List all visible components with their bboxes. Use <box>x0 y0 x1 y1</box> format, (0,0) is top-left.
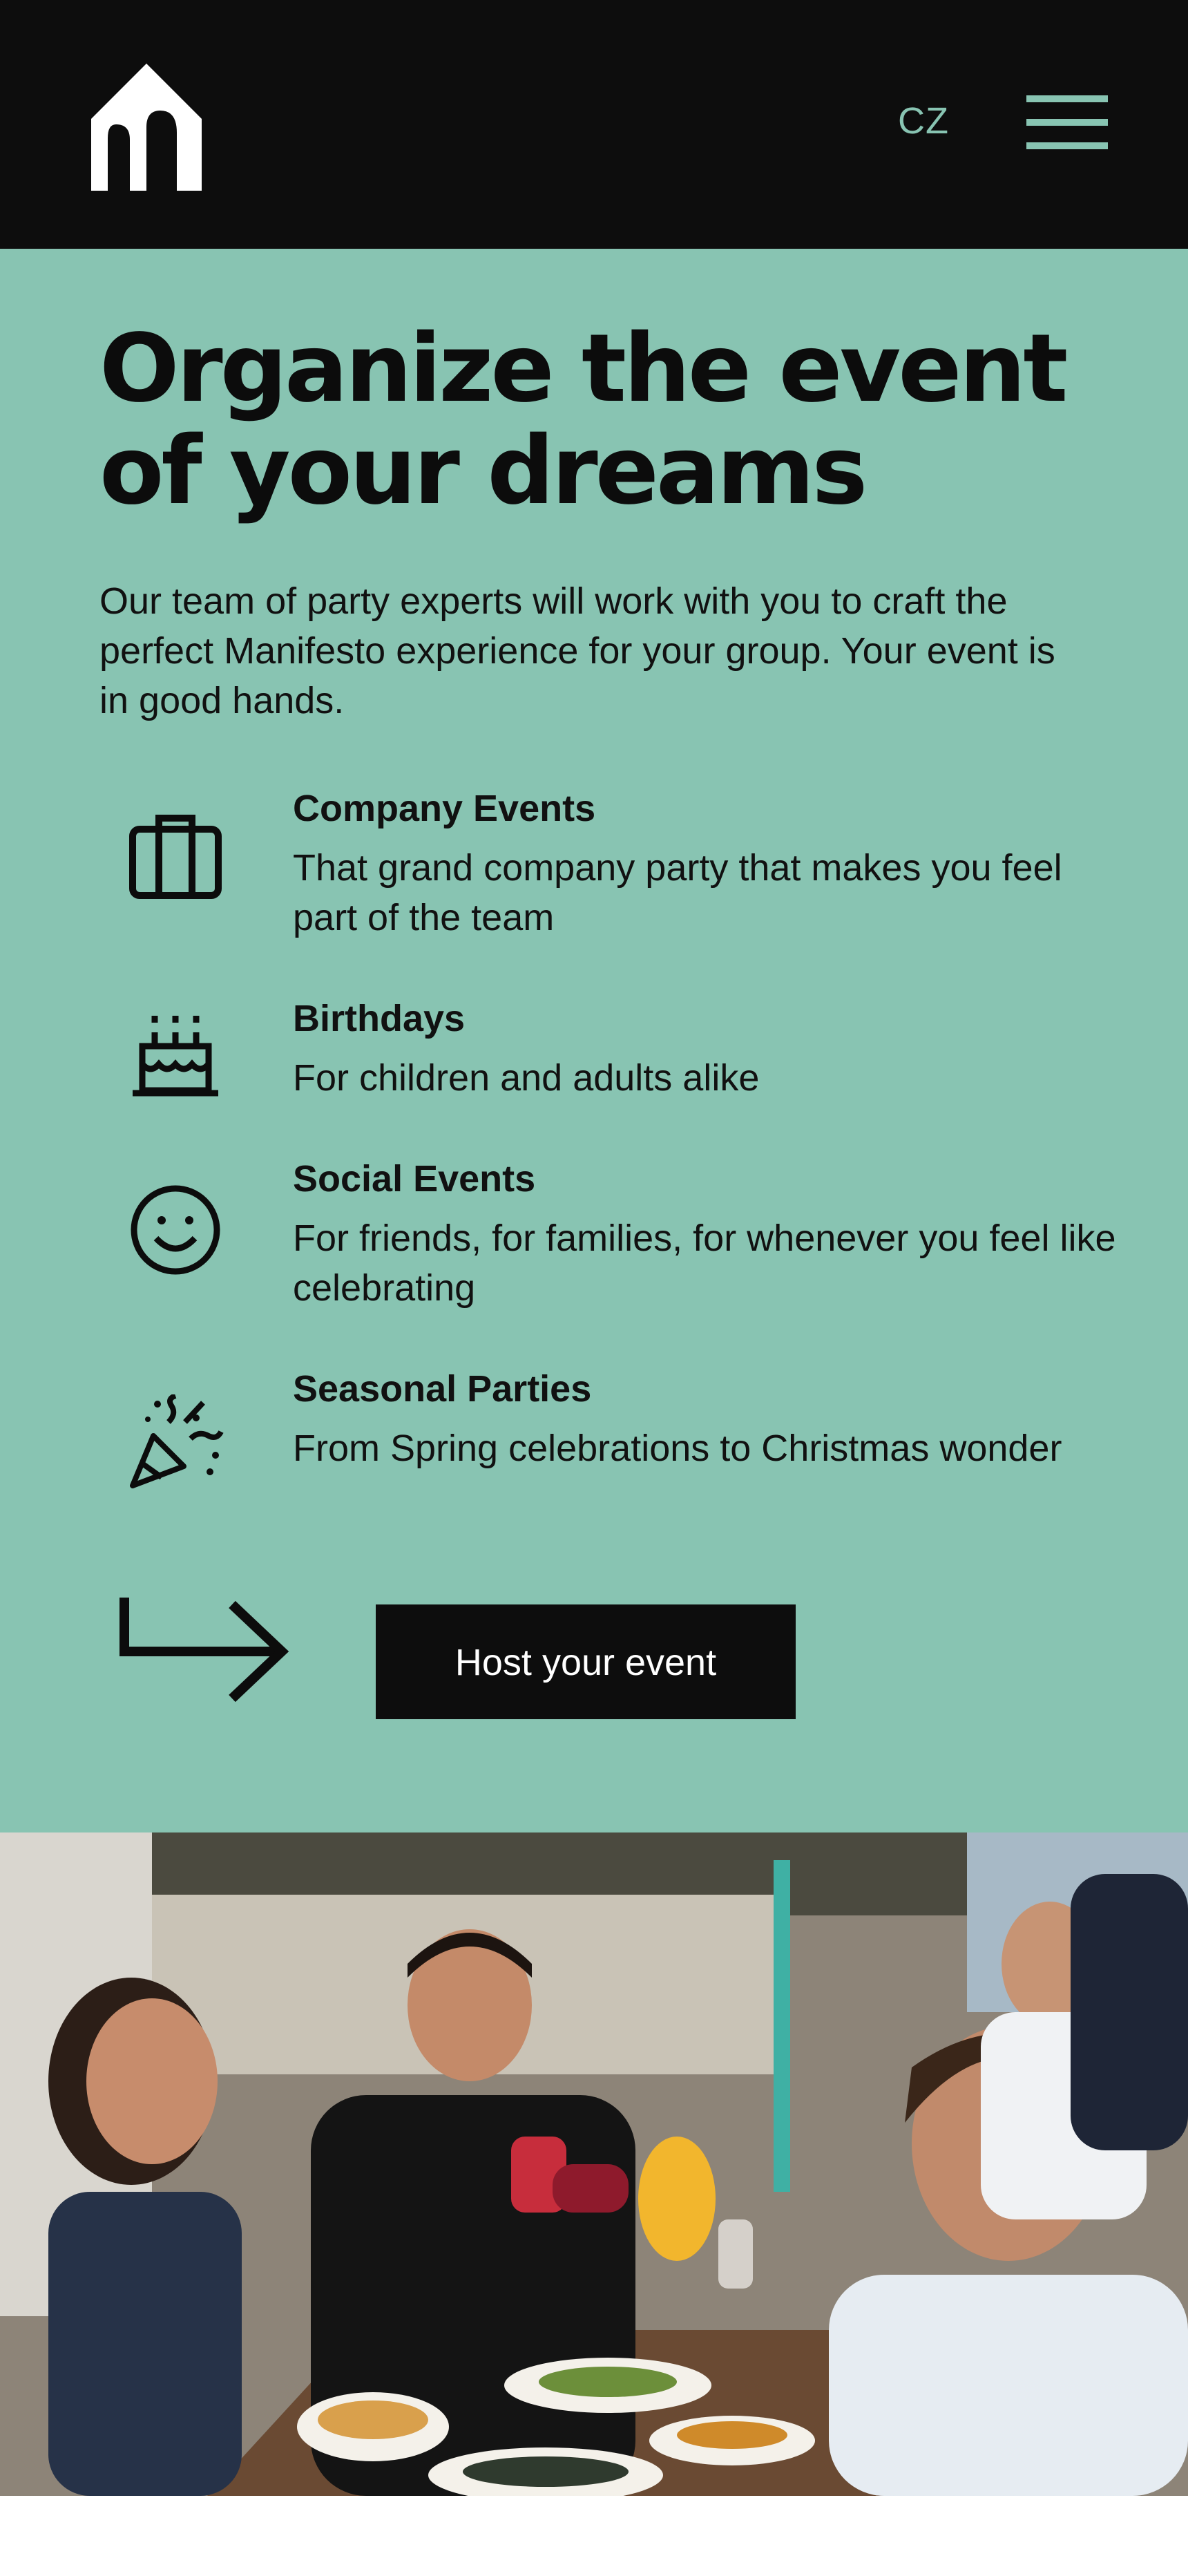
hamburger-menu-icon[interactable] <box>1022 90 1112 156</box>
title-line: Organize the event <box>99 314 1068 424</box>
menu-bar <box>1026 119 1108 126</box>
language-switch[interactable]: CZ <box>898 97 981 145</box>
feature-description: That grand company party that makes you … <box>293 847 1062 938</box>
briefcase-icon <box>129 815 222 899</box>
smiley-face-icon <box>131 1185 220 1275</box>
party-popper-icon <box>130 1394 224 1488</box>
title-line: of your dreams <box>99 417 868 526</box>
page-title: Organize the event of your dreams <box>99 318 1122 522</box>
feature-title: Birthdays <box>293 998 466 1039</box>
menu-bar <box>1026 142 1108 149</box>
friends-toasting-drinks-at-restaurant-photo <box>0 1832 1188 2496</box>
turn-right-arrow-icon <box>119 1598 289 1703</box>
feature-description: For children and adults alike <box>293 1057 760 1099</box>
feature-description: From Spring celebrations to Christmas wo… <box>293 1428 1062 1469</box>
feature-title: Company Events <box>293 788 596 829</box>
house-arch-logo[interactable] <box>91 64 202 191</box>
events-section: Organize the event of your dreams Our te… <box>0 249 1188 1832</box>
feature-title: Social Events <box>293 1158 536 1200</box>
host-your-event-button[interactable]: Host your event <box>376 1604 796 1719</box>
feature-title: Seasonal Parties <box>293 1368 592 1410</box>
site-header: CZ <box>0 0 1188 249</box>
menu-bar <box>1026 95 1108 102</box>
photo-illustration <box>0 1832 1188 2496</box>
birthday-cake-icon <box>133 1016 218 1097</box>
intro-text: Our team of party experts will work with… <box>99 580 1055 721</box>
feature-description: For friends, for families, for whenever … <box>293 1218 1116 1309</box>
